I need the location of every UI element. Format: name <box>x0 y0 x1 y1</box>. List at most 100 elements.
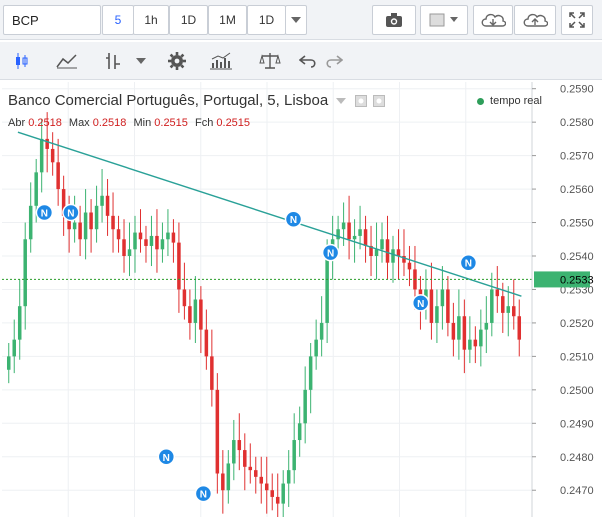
interval-dropdown-button[interactable] <box>285 5 307 35</box>
candle-body <box>259 476 264 484</box>
candle-body <box>72 222 77 230</box>
cloud-upload-button[interactable] <box>514 5 556 35</box>
price-chart[interactable]: N NNNNNNN 0.25900.25800.25700.25600.25500… <box>0 82 602 517</box>
news-marker-label: N <box>41 209 48 220</box>
candle-body <box>193 299 198 323</box>
interval-1h-button[interactable]: 1h <box>133 5 169 35</box>
candle-body <box>50 148 55 163</box>
trend-line[interactable] <box>17 131 522 297</box>
news-marker-label: N <box>327 249 334 260</box>
candle-body <box>39 138 44 173</box>
candle-body <box>232 440 236 464</box>
candle-body <box>56 162 60 190</box>
candle-body <box>215 389 220 474</box>
candle-body <box>407 262 412 270</box>
close-value: 0.2515 <box>216 117 251 129</box>
redo-icon <box>326 55 343 68</box>
square-icon <box>429 13 458 27</box>
cloud-download-button[interactable] <box>473 5 513 35</box>
open-value: 0.2518 <box>28 117 62 129</box>
realtime-dot <box>477 97 485 105</box>
candle-body <box>325 256 329 323</box>
top-toolbar: 5 1h 1D 1M 1D <box>0 0 602 40</box>
compare-scale-button[interactable] <box>256 46 284 76</box>
symbol-input[interactable] <box>12 12 92 28</box>
compare-button[interactable] <box>52 46 82 76</box>
news-marker-label: N <box>200 490 207 501</box>
settings-icon[interactable] <box>372 95 385 108</box>
candle-body <box>171 232 176 243</box>
candle-body <box>270 490 274 497</box>
scale-icon <box>259 53 281 69</box>
candle-body <box>484 322 489 330</box>
y-tick-label: 0.2520 <box>560 318 594 330</box>
candle-body <box>501 296 505 313</box>
chevron-down-icon[interactable] <box>336 98 347 105</box>
interval-1m-button[interactable]: 1M <box>208 5 247 35</box>
cloud-upload-icon <box>523 13 548 27</box>
high-label: Max <box>68 117 90 129</box>
current-price-label: 0.2533 <box>560 274 594 286</box>
candle-body <box>490 289 494 323</box>
chart-grid <box>2 82 532 517</box>
candle-body <box>28 205 33 240</box>
indicators-button[interactable] <box>100 46 128 76</box>
strategy-button[interactable] <box>206 46 236 76</box>
candle-body <box>341 222 346 230</box>
y-tick-label: 0.2540 <box>560 251 594 263</box>
candle-body <box>440 289 445 307</box>
ohlc-legend: Abr 0.2518 Max 0.2518 Min 0.2515 Fch 0.2… <box>8 117 250 129</box>
y-tick-label: 0.2470 <box>560 485 594 497</box>
redo-button[interactable] <box>322 46 346 76</box>
interval-1d-button[interactable]: 1D <box>169 5 208 35</box>
candle-body <box>199 299 203 330</box>
candle-body <box>303 389 307 424</box>
fullscreen-button[interactable] <box>561 5 593 35</box>
candle-body <box>138 232 143 240</box>
candle-body <box>435 306 439 323</box>
news-marker-label: N <box>465 259 472 270</box>
candle-body <box>204 329 209 357</box>
candle-body <box>506 306 511 313</box>
settings-button[interactable] <box>163 46 191 76</box>
candle-body <box>429 289 434 323</box>
candle-body <box>144 239 148 246</box>
news-marker-label: N <box>417 299 424 310</box>
chart-title: Banco Comercial Português, Portugal, 5, … <box>8 92 329 109</box>
visibility-icon[interactable] <box>354 95 367 108</box>
color-scheme-button[interactable] <box>420 5 468 35</box>
candle-body <box>155 235 159 250</box>
chevron-down-icon <box>136 58 146 64</box>
interval-5-button[interactable]: 5 <box>102 5 134 35</box>
y-tick-label: 0.2510 <box>560 351 594 363</box>
candle-body <box>462 316 467 350</box>
candle-body <box>517 316 522 340</box>
undo-icon <box>299 55 316 68</box>
undo-button[interactable] <box>296 46 320 76</box>
realtime-label: tempo real <box>490 95 542 107</box>
candle-body <box>210 356 214 390</box>
interval-1d-alt-button[interactable]: 1D <box>247 5 286 35</box>
indicators-dropdown-button[interactable] <box>132 46 150 76</box>
candle-body <box>468 339 472 350</box>
candle-body <box>495 289 500 297</box>
candle-body <box>83 212 88 240</box>
gear-icon <box>168 52 186 70</box>
candle-body <box>363 229 368 246</box>
candle-body <box>347 222 351 240</box>
candle-body <box>94 205 99 230</box>
fullscreen-icon <box>569 12 585 28</box>
candle-body <box>221 473 225 491</box>
candles-icon <box>16 53 28 69</box>
candle-body <box>100 195 104 206</box>
candles-style-button[interactable] <box>8 46 36 76</box>
symbol-search[interactable] <box>3 5 101 35</box>
screenshot-button[interactable] <box>372 5 416 35</box>
candle-body <box>116 229 121 240</box>
camera-icon <box>386 13 402 27</box>
candle-body <box>237 440 242 451</box>
y-tick-label: 0.2560 <box>560 184 594 196</box>
line-chart-icon <box>56 54 77 69</box>
candle-body <box>391 249 395 263</box>
y-tick-label: 0.2480 <box>560 452 594 464</box>
